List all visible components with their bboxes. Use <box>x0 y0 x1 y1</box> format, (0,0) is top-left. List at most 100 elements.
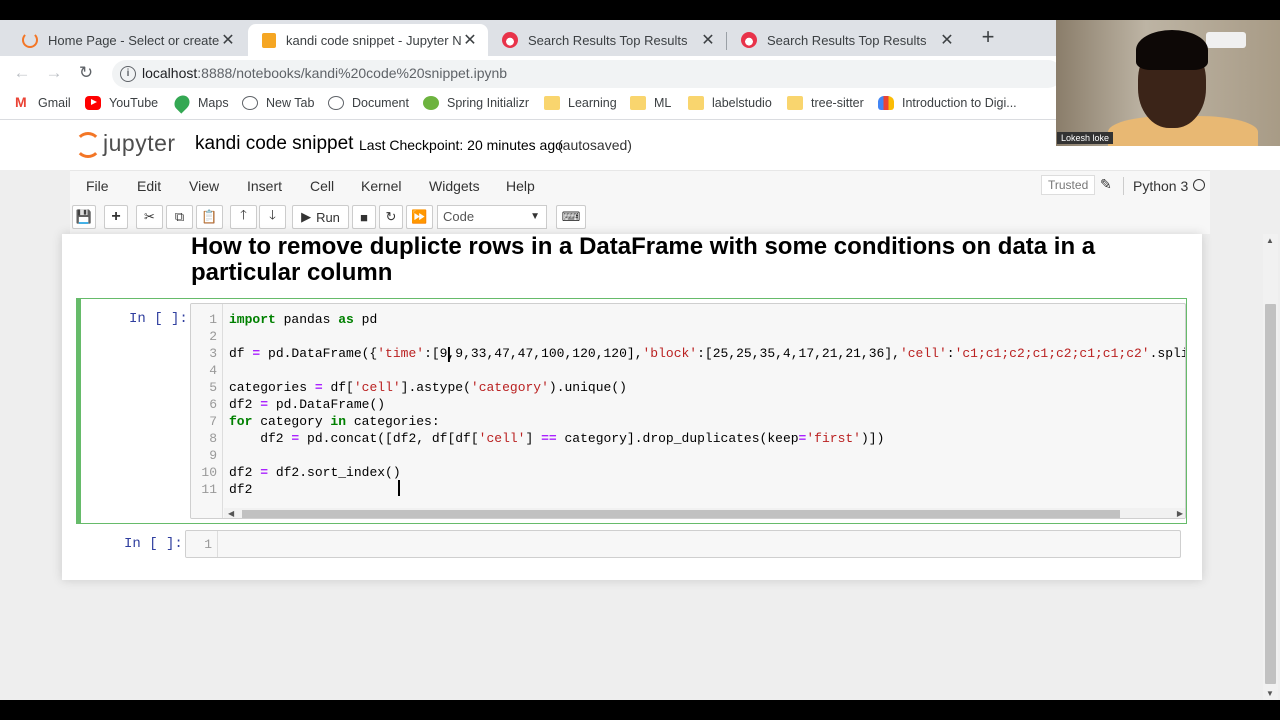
close-icon[interactable]: ✕ <box>939 30 955 50</box>
page-vertical-scrollbar[interactable]: ▲ ▼ <box>1263 234 1278 700</box>
close-icon[interactable]: ✕ <box>220 30 236 50</box>
menu-help[interactable]: Help <box>506 178 535 194</box>
save-icon: 💾 <box>75 209 93 224</box>
paste-button[interactable]: 📋 <box>196 205 223 229</box>
scrollbar-thumb[interactable] <box>1265 304 1276 684</box>
folder-icon <box>787 96 803 110</box>
code-cell-selected[interactable]: In [ ]: 1 2 3 4 5 6 7 8 9 10 11 import p… <box>76 298 1187 524</box>
menu-insert[interactable]: Insert <box>247 178 282 194</box>
arrow-down-icon: 🡓 <box>269 207 276 222</box>
menu-cell[interactable]: Cell <box>310 178 334 194</box>
bookmark-new-tab[interactable]: New Tab <box>242 96 314 110</box>
bookmark-gmail[interactable]: Gmail <box>14 94 71 110</box>
scroll-right-icon[interactable]: ▶ <box>1177 508 1183 518</box>
kernel-name: Python 3 <box>1133 178 1189 194</box>
back-arrow-icon[interactable]: ← <box>11 62 33 84</box>
info-icon[interactable]: i <box>120 66 136 82</box>
bookmark-maps[interactable]: Maps <box>171 92 229 114</box>
menu-kernel[interactable]: Kernel <box>361 178 401 194</box>
paste-icon: 📋 <box>201 209 218 224</box>
menu-view[interactable]: View <box>189 178 219 194</box>
jupyter-logo-text: jupyter <box>103 129 176 156</box>
stop-icon: ■ <box>360 209 368 225</box>
reload-icon[interactable]: ↻ <box>75 62 97 84</box>
cell-type-select[interactable]: Code ▼ <box>437 205 547 229</box>
save-button[interactable]: 💾 <box>72 205 96 229</box>
menu-file[interactable]: File <box>86 178 109 194</box>
bookmark-spring-initializr[interactable]: Spring Initializr <box>423 96 529 110</box>
bookmark-label: tree-sitter <box>811 96 864 110</box>
code-editor[interactable]: 1 2 3 4 5 6 7 8 9 10 11 import pandas as… <box>190 303 1186 519</box>
forward-arrow-icon[interactable]: → <box>43 62 65 84</box>
code-cell[interactable]: In [ ]: 1 <box>76 526 1187 560</box>
tab-search-results-2[interactable]: Search Results Top Results ✕ <box>727 24 965 56</box>
maps-pin-icon <box>171 92 193 114</box>
restart-run-all-button[interactable]: ⏩ <box>406 205 433 229</box>
notebook-name[interactable]: kandi code snippet <box>195 133 353 155</box>
checkpoint-status: Last Checkpoint: 20 minutes ago <box>359 137 563 153</box>
pencil-icon[interactable]: ✎ <box>1100 176 1112 193</box>
screen-bottom-border <box>0 700 1280 720</box>
cell-prompt: In [ ]: <box>124 536 183 552</box>
line-number: 3 <box>209 346 217 361</box>
move-down-button[interactable]: 🡓 <box>259 205 286 229</box>
notebook-toolbar: 💾 + ✂ ⧉ 📋 🡑 🡓 ▶ Run ■ ↻ ⏩ Code ▼ ⌨ <box>70 200 1210 234</box>
folder-icon <box>544 96 560 110</box>
bookmark-label: Learning <box>568 96 617 110</box>
tab-home-page[interactable]: Home Page - Select or create a n ✕ <box>8 24 246 56</box>
bookmark-labelstudio[interactable]: labelstudio <box>688 96 772 110</box>
arrow-up-icon: 🡑 <box>240 207 247 222</box>
bookmark-tree-sitter[interactable]: tree-sitter <box>787 96 864 110</box>
bookmark-label: Gmail <box>38 96 71 110</box>
interrupt-button[interactable]: ■ <box>352 205 376 229</box>
line-number: 4 <box>209 363 217 378</box>
restart-button[interactable]: ↻ <box>379 205 403 229</box>
menu-edit[interactable]: Edit <box>137 178 161 194</box>
webcam-name-label: Lokesh loke <box>1057 132 1114 144</box>
globe-icon <box>242 96 258 110</box>
bookmark-label: Introduction to Digi... <box>902 96 1017 110</box>
i-beam-cursor-icon: I <box>446 343 452 367</box>
screen-top-border <box>0 0 1280 20</box>
move-up-button[interactable]: 🡑 <box>230 205 257 229</box>
new-tab-plus-icon[interactable]: + <box>978 26 998 50</box>
menu-bar: File Edit View Insert Cell Kernel Widget… <box>70 170 1210 200</box>
cut-button[interactable]: ✂ <box>136 205 163 229</box>
scroll-left-icon[interactable]: ◀ <box>228 508 234 518</box>
scroll-down-icon[interactable]: ▼ <box>1266 689 1274 698</box>
url-input[interactable]: i localhost:8888/notebooks/kandi%20code%… <box>112 60 1062 88</box>
youtube-icon <box>85 96 101 110</box>
jupyter-logo[interactable]: jupyter <box>75 129 176 158</box>
command-palette-button[interactable]: ⌨ <box>556 205 586 229</box>
bookmark-youtube[interactable]: YouTube <box>85 96 158 110</box>
run-button[interactable]: ▶ Run <box>292 205 349 229</box>
line-number: 8 <box>209 431 217 446</box>
tab-search-results-1[interactable]: Search Results Top Results ✕ <box>488 24 726 56</box>
close-icon[interactable]: ✕ <box>700 30 716 50</box>
close-icon[interactable]: ✕ <box>462 30 478 50</box>
scroll-up-icon[interactable]: ▲ <box>1266 236 1274 245</box>
plus-icon: + <box>111 208 121 225</box>
bookmark-learning[interactable]: Learning <box>544 96 617 110</box>
cell-type-value: Code <box>443 209 475 224</box>
tab-kandi-notebook[interactable]: kandi code snippet - Jupyter Not ✕ <box>248 24 488 56</box>
trusted-badge[interactable]: Trusted <box>1041 175 1096 195</box>
line-number: 10 <box>201 465 217 480</box>
code-line: for category in categories: <box>229 414 440 429</box>
menu-widgets[interactable]: Widgets <box>429 178 480 194</box>
scrollbar-thumb[interactable] <box>242 510 1120 518</box>
insert-cell-button[interactable]: + <box>104 205 128 229</box>
folder-icon <box>688 96 704 110</box>
horizontal-scrollbar[interactable]: ◀ ▶ <box>224 508 1185 518</box>
bookmark-ml[interactable]: ML <box>630 96 671 110</box>
play-icon: ▶ <box>301 209 312 224</box>
url-host: localhost <box>142 65 198 81</box>
jupyter-icon <box>22 32 38 48</box>
bookmark-document[interactable]: Document <box>328 96 409 110</box>
copy-button[interactable]: ⧉ <box>166 205 193 229</box>
notebook-icon <box>262 32 276 48</box>
markdown-heading[interactable]: How to remove duplicte rows in a DataFra… <box>191 234 1181 286</box>
bookmark-intro-digi[interactable]: Introduction to Digi... <box>878 96 1017 110</box>
text-caret <box>398 480 400 496</box>
code-editor[interactable]: 1 <box>185 530 1181 558</box>
